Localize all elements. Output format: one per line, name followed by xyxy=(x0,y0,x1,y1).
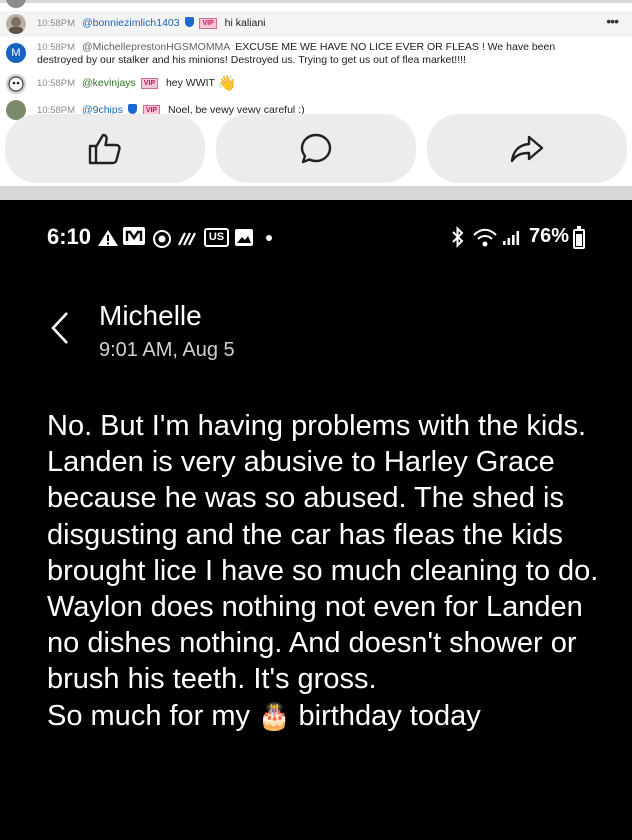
battery-icon xyxy=(573,226,585,249)
message-text: hi kaliani xyxy=(224,17,266,29)
more-options-icon[interactable]: ••• xyxy=(606,14,619,28)
status-clock: 6:10 xyxy=(47,224,92,249)
phone-screenshot: 6:10 US 76% Michelle 9:01 AM, Aug 5 No. … xyxy=(0,200,632,840)
like-button[interactable] xyxy=(5,114,205,183)
avatar xyxy=(6,0,26,8)
status-bar: 6:10 US 76% xyxy=(0,222,632,252)
waving-hand-icon: 👋 xyxy=(217,75,237,92)
avatar xyxy=(6,74,26,94)
us-icon: US xyxy=(204,228,229,247)
chat-row[interactable]: 10:58PM @bonniezimlich1403 VIP hi kalian… xyxy=(0,11,632,37)
share-arrow-icon xyxy=(510,135,544,162)
speech-bubble-icon xyxy=(300,133,332,163)
thumbs-up-icon xyxy=(88,133,121,164)
back-chevron-icon[interactable] xyxy=(50,311,70,345)
panel-divider xyxy=(0,186,632,200)
chat-message-body: 10:58PM @kevinjays VIP hey WWIT 👋 xyxy=(37,75,592,92)
message-timestamp: 9:01 AM, Aug 5 xyxy=(99,339,235,361)
message-username[interactable]: @kevinjays xyxy=(82,77,136,89)
message-username[interactable]: @MichelleprestonHGSMOMMA xyxy=(82,41,230,53)
signal-icon xyxy=(503,231,520,245)
dot-icon xyxy=(266,235,272,241)
chat-message-body: 10:58PM @bonniezimlich1403 VIP hi kalian… xyxy=(37,17,592,30)
m-icon xyxy=(123,227,145,245)
message-text-main: No. But I'm having problems with the kid… xyxy=(47,410,599,732)
verified-shield-icon xyxy=(127,104,137,114)
vip-badge: VIP xyxy=(140,78,159,89)
message-text: hey WWIT xyxy=(165,77,215,89)
battery-percent: 76% xyxy=(529,225,570,247)
wifi-icon xyxy=(473,228,497,247)
wifi-calling-icon xyxy=(178,232,196,246)
bluetooth-icon xyxy=(452,226,464,248)
chat-row[interactable]: M 10:58PM @MichelleprestonHGSMOMMA EXCUS… xyxy=(0,40,632,70)
battery-level xyxy=(576,233,582,246)
verified-shield-icon xyxy=(184,17,194,27)
chat-message-body: 10:58PM @MichelleprestonHGSMOMMA EXCUSE … xyxy=(37,41,592,67)
message-text: No. But I'm having problems with the kid… xyxy=(47,408,607,734)
message-text-end: birthday today xyxy=(290,699,481,732)
target-icon xyxy=(153,230,171,248)
message-time: 10:58PM xyxy=(37,78,76,89)
alert-icon xyxy=(98,230,118,246)
comment-button[interactable] xyxy=(216,114,416,183)
birthday-cake-icon: 🎂 xyxy=(258,700,291,731)
avatar xyxy=(6,14,26,34)
avatar-letter: M xyxy=(6,43,26,63)
message-time: 10:58PM xyxy=(37,18,76,29)
contact-name: Michelle xyxy=(99,300,202,331)
chat-row-cut xyxy=(0,0,632,8)
share-button[interactable] xyxy=(427,114,627,183)
message-username[interactable]: @bonniezimlich1403 xyxy=(82,17,180,29)
chat-row[interactable]: 10:58PM @kevinjays VIP hey WWIT 👋 xyxy=(0,72,632,94)
chat-panel: 10:58PM @bonniezimlich1403 VIP hi kalian… xyxy=(0,0,632,186)
image-icon xyxy=(235,229,253,246)
message-time: 10:58PM xyxy=(37,42,76,53)
vip-badge: VIP xyxy=(199,18,217,29)
